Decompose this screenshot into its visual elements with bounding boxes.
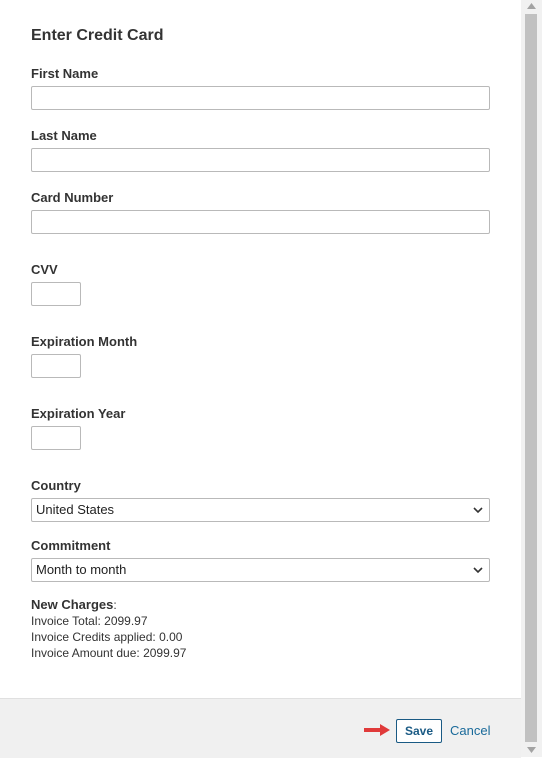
scroll-up-icon[interactable]: [527, 3, 536, 9]
first-name-input[interactable]: [31, 86, 490, 110]
new-charges-heading: New Charges: [31, 597, 114, 612]
card-number-input[interactable]: [31, 210, 490, 234]
new-charges-heading-row: New Charges:: [31, 597, 186, 613]
dialog-footer: Save Cancel: [0, 698, 521, 758]
expiration-month-input[interactable]: [31, 354, 81, 378]
dialog-title: Enter Credit Card: [31, 27, 164, 44]
expiration-month-label: Expiration Month: [31, 334, 138, 349]
vertical-scrollbar[interactable]: [521, 0, 542, 757]
cvv-input[interactable]: [31, 282, 81, 306]
save-button[interactable]: Save: [396, 719, 442, 743]
country-select[interactable]: United States: [31, 498, 490, 522]
invoice-amount-due: Invoice Amount due: 2099.97: [31, 646, 187, 660]
commitment-label: Commitment: [31, 538, 111, 553]
cancel-link[interactable]: Cancel: [450, 723, 490, 738]
expiration-year-input[interactable]: [31, 426, 81, 450]
invoice-total: Invoice Total: 2099.97: [31, 614, 148, 628]
country-selected-value: United States: [36, 502, 115, 517]
credit-card-dialog: Enter Credit Card First Name Last Name C…: [0, 0, 521, 758]
scroll-down-icon[interactable]: [527, 747, 536, 753]
card-number-label: Card Number: [31, 190, 114, 205]
commitment-selected-value: Month to month: [36, 562, 127, 577]
first-name-label: First Name: [31, 66, 99, 81]
invoice-credits: Invoice Credits applied: 0.00: [31, 630, 183, 644]
new-charges-summary: New Charges: Invoice Total: 2099.97 Invo…: [31, 597, 186, 661]
chevron-down-icon: [473, 567, 483, 574]
scrollbar-thumb[interactable]: [525, 14, 537, 742]
country-label: Country: [31, 478, 81, 493]
commitment-select[interactable]: Month to month: [31, 558, 490, 582]
last-name-label: Last Name: [31, 128, 97, 143]
chevron-down-icon: [473, 507, 483, 514]
red-arrow-icon: [364, 724, 390, 736]
new-charges-colon: :: [113, 598, 117, 612]
cvv-label: CVV: [31, 262, 58, 277]
last-name-input[interactable]: [31, 148, 490, 172]
expiration-year-label: Expiration Year: [31, 406, 126, 421]
